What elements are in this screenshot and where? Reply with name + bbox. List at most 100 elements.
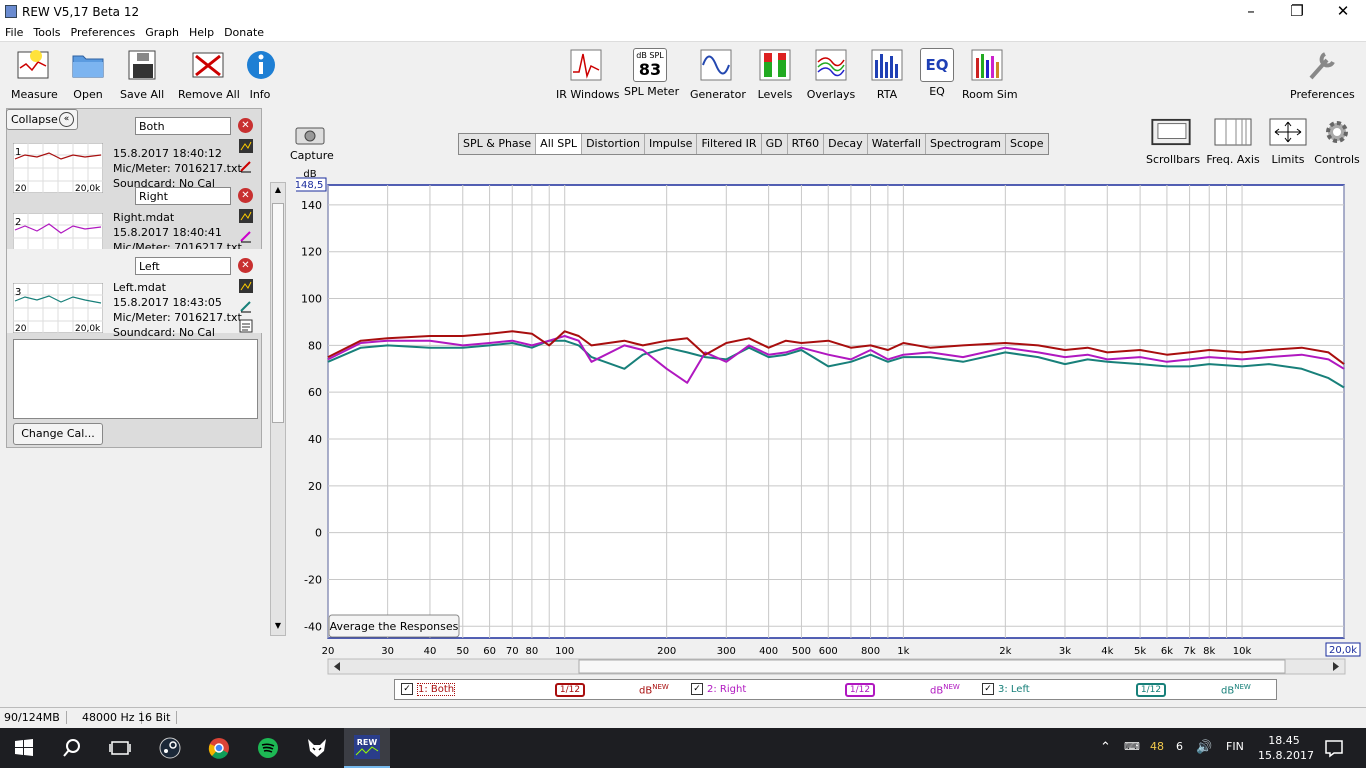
scroll-thumb[interactable] <box>272 203 284 423</box>
tray-number-2[interactable]: 6 <box>1176 740 1183 753</box>
preferences-button[interactable]: Preferences <box>1290 48 1355 101</box>
eq-button[interactable]: EQ EQ <box>920 48 954 98</box>
menu-donate[interactable]: Donate <box>219 24 269 39</box>
measurement-chart-icon[interactable] <box>239 209 253 223</box>
spotify-icon[interactable] <box>256 736 280 760</box>
close-window-button[interactable]: ✕ <box>1320 0 1366 24</box>
tray-number-1[interactable]: 48 <box>1150 740 1164 753</box>
scrollbars-button[interactable]: Scrollbars <box>1146 118 1200 166</box>
remove-measurement-icon[interactable]: ✕ <box>238 258 253 273</box>
measurement-chart-icon[interactable] <box>239 139 253 153</box>
y-max-field[interactable]: 148,5 <box>296 180 323 191</box>
maximize-button[interactable]: ❐ <box>1274 0 1320 24</box>
spl-graph[interactable]: dB 140120100806040200-20-40 20 30 40 50 60 70… <box>296 168 1366 680</box>
generator-button[interactable]: Generator <box>690 48 746 101</box>
ir-windows-button[interactable]: IR Windows <box>556 48 620 101</box>
menu-graph[interactable]: Graph <box>140 24 184 39</box>
remove-measurement-icon[interactable]: ✕ <box>238 118 253 133</box>
rew-taskbar-button[interactable]: REW <box>344 728 390 768</box>
measurement-name-field[interactable]: Right <box>135 187 231 205</box>
measurement-name-field[interactable]: Both <box>135 117 231 135</box>
menu-preferences[interactable]: Preferences <box>66 24 141 39</box>
notifications-icon[interactable] <box>1322 736 1346 760</box>
limits-button[interactable]: Limits <box>1268 118 1308 166</box>
tab-gd[interactable]: GD <box>762 134 788 154</box>
hscroll-thumb[interactable] <box>578 659 1286 674</box>
measurement-item-2[interactable]: Right ✕ 22020,0k Right.mdat15.8.2017 18:… <box>7 179 263 263</box>
legend-smoothing[interactable]: 1/12 <box>1136 683 1166 697</box>
tab-filtered-ir[interactable]: Filtered IR <box>697 134 762 154</box>
remove-measurement-icon[interactable]: ✕ <box>238 188 253 203</box>
volume-icon[interactable]: 🔊 <box>1196 740 1212 755</box>
tab-scope[interactable]: Scope <box>1006 134 1048 154</box>
spl-meter-button[interactable]: dB SPL 83 SPL Meter <box>624 48 679 98</box>
scroll-up-icon[interactable]: ▲ <box>272 185 284 197</box>
legend-unit[interactable]: dBNEW <box>930 683 960 696</box>
x-tick-label: 800 <box>861 646 880 657</box>
tab-spl-phase[interactable]: SPL & Phase <box>459 134 537 154</box>
menu-tools[interactable]: Tools <box>28 24 65 39</box>
clock-time: 18.45 <box>1268 734 1300 747</box>
minimize-button[interactable]: – <box>1228 0 1274 24</box>
notes-icon[interactable] <box>239 319 253 333</box>
panel-scrollbar[interactable]: ▲ ▼ <box>270 182 286 636</box>
tab-decay[interactable]: Decay <box>824 134 868 154</box>
legend-checkbox[interactable]: ✓ <box>691 683 703 695</box>
legend-checkbox[interactable]: ✓ <box>401 683 413 695</box>
controls-button[interactable]: Controls <box>1314 118 1360 166</box>
measurement-item-1[interactable]: Both ✕ 1 20 20,0k 15.8.2017 18:40:12 Mic/Me… <box>7 109 263 193</box>
windows-start-icon[interactable] <box>12 736 36 760</box>
levels-button[interactable]: Levels <box>756 48 794 101</box>
fox-app-icon[interactable] <box>305 736 329 760</box>
change-cal-button[interactable]: Change Cal... <box>13 423 103 445</box>
scroll-down-icon[interactable]: ▼ <box>272 621 284 633</box>
remove-all-button[interactable]: Remove All <box>178 48 240 101</box>
clock[interactable]: 18.45 15.8.2017 <box>1258 733 1314 763</box>
x-max-field[interactable]: 20,0k <box>1329 645 1357 656</box>
pencil-icon[interactable] <box>239 229 253 243</box>
measurement-name-field[interactable]: Left <box>135 257 231 275</box>
tab-impulse[interactable]: Impulse <box>645 134 698 154</box>
status-memory[interactable]: 90/124MB <box>4 711 67 724</box>
tray-chevron-up-icon[interactable]: ⌃ <box>1100 740 1111 755</box>
tab-rt60[interactable]: RT60 <box>788 134 825 154</box>
steam-icon[interactable] <box>158 736 182 760</box>
overlays-button[interactable]: Overlays <box>806 48 856 101</box>
tab-spectrogram[interactable]: Spectrogram <box>926 134 1007 154</box>
open-button[interactable]: Open <box>70 48 106 101</box>
legend-unit[interactable]: dBNEW <box>1221 683 1251 696</box>
freq-axis-button[interactable]: Freq. Axis <box>1206 118 1260 166</box>
measurement-notes-area[interactable] <box>13 339 258 419</box>
legend-unit[interactable]: dBNEW <box>639 683 669 696</box>
legend-item-both[interactable]: ✓ 1: Both <box>401 683 456 696</box>
rta-button[interactable]: RTA <box>870 48 904 101</box>
legend-checkbox[interactable]: ✓ <box>982 683 994 695</box>
measurement-item-3[interactable]: Left ✕ 3 20 20,0k Left.mdat 15.8.2017 18:43… <box>7 249 263 339</box>
measurement-chart-icon[interactable] <box>239 279 253 293</box>
room-sim-button[interactable]: Room Sim <box>962 48 1018 101</box>
horizontal-scrollbar[interactable] <box>327 658 1346 675</box>
task-view-icon[interactable] <box>108 736 132 760</box>
average-responses-button[interactable]: Average the Responses <box>328 614 460 638</box>
search-icon[interactable] <box>60 736 84 760</box>
legend-smoothing[interactable]: 1/12 <box>845 683 875 697</box>
legend-item-left[interactable]: ✓ 3: Left <box>982 683 1030 695</box>
legend-item-right[interactable]: ✓ 2: Right <box>691 683 746 695</box>
capture-button[interactable]: Capture <box>290 124 334 162</box>
save-all-button[interactable]: Save All <box>120 48 164 101</box>
menu-help[interactable]: Help <box>184 24 219 39</box>
language-indicator[interactable]: FIN <box>1226 740 1244 753</box>
info-button[interactable]: Info <box>244 48 276 101</box>
pencil-icon[interactable] <box>239 299 253 313</box>
y-tick-label: 80 <box>308 339 322 352</box>
tab-all-spl[interactable]: All SPL <box>536 134 583 154</box>
pencil-icon[interactable] <box>239 159 253 173</box>
chrome-icon[interactable] <box>207 736 231 760</box>
measure-button[interactable]: Measure <box>11 48 58 101</box>
menu-file[interactable]: File <box>0 24 28 39</box>
tab-distortion[interactable]: Distortion <box>582 134 645 154</box>
tab-waterfall[interactable]: Waterfall <box>868 134 926 154</box>
legend-smoothing[interactable]: 1/12 <box>555 683 585 697</box>
tray-input-icon[interactable]: ⌨ <box>1124 740 1140 753</box>
levels-icon <box>759 49 791 81</box>
